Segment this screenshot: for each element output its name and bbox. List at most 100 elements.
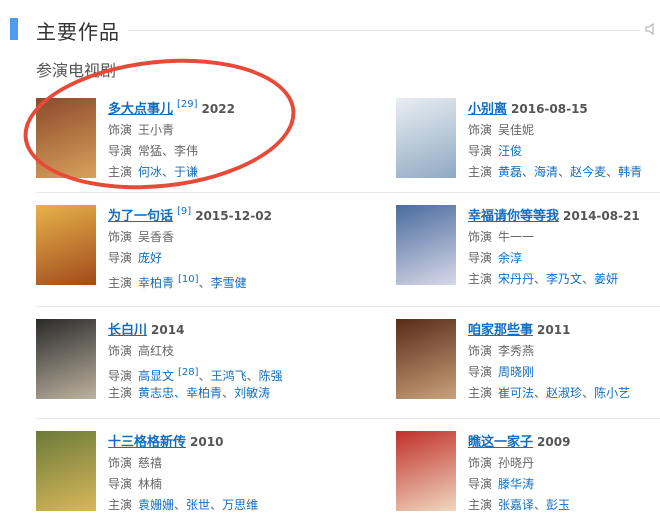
meta-label: 导演	[108, 477, 133, 491]
reference-link[interactable]: [29]	[177, 99, 198, 110]
reference-link[interactable]: [28]	[178, 367, 199, 378]
person-name: 高红枝	[138, 344, 175, 358]
person-link[interactable]: 陈小艺	[594, 386, 630, 400]
meta-label: 导演	[468, 365, 493, 379]
separator: 、	[198, 369, 211, 383]
separator: 、	[534, 498, 547, 512]
meta-label: 主演	[468, 498, 493, 512]
title-line: 小别离 2016-08-15	[468, 98, 660, 120]
works-grid: 多大点事儿 [29] 2022 饰演 王小青 导演 常猛、李伟 主演 何冰、于谦 小别离 2016…	[36, 86, 660, 516]
meta-label: 导演	[468, 251, 493, 265]
meta-label: 饰演	[468, 123, 493, 137]
work-title-link[interactable]: 小别离	[468, 102, 507, 117]
separator: 、	[534, 386, 547, 400]
work-title-link[interactable]: 多大点事儿	[108, 102, 173, 117]
person-link[interactable]: 袁姗姗	[138, 498, 174, 512]
work-date: 2014-08-21	[563, 209, 640, 223]
person-link[interactable]: 李雪健	[211, 276, 247, 290]
work-date: 2022	[201, 102, 235, 116]
work-title-link[interactable]: 为了一句话	[108, 209, 173, 224]
poster-image[interactable]	[396, 319, 456, 399]
separator: 、	[606, 165, 619, 179]
meta-label: 导演	[108, 144, 133, 158]
person-link[interactable]: 黄磊	[498, 165, 522, 179]
poster-image[interactable]	[396, 205, 456, 285]
person-link[interactable]: 周晓刚	[498, 365, 534, 379]
meta-line: 导演 庞好	[108, 248, 338, 269]
work-title-link[interactable]: 咱家那些事	[468, 323, 533, 338]
meta-label: 饰演	[468, 456, 493, 470]
works-row: 长白川 2014 饰演 高红枝 导演 高显文 [28]、王鸿飞、陈强 主演 黄志忠、幸柏青、刘敏…	[36, 307, 660, 419]
person-link[interactable]: 韩青	[618, 165, 642, 179]
work-title-link[interactable]: 长白川	[108, 323, 147, 338]
person-link[interactable]: 陈强	[259, 369, 283, 383]
person-link[interactable]: 幸柏青	[186, 386, 222, 400]
title-line: 十三格格新传 2010	[108, 431, 338, 453]
meta-line: 主演 黄志忠、幸柏青、刘敏涛	[108, 383, 338, 404]
person-link[interactable]: 姜妍	[594, 272, 618, 286]
work-title-link[interactable]: 幸福请你等等我	[468, 209, 559, 224]
meta-line: 导演 常猛、李伟	[108, 141, 338, 162]
meta-line: 导演 滕华涛	[468, 474, 660, 495]
work-date: 2015-12-02	[195, 209, 272, 223]
person-link[interactable]: 黄志忠	[138, 386, 174, 400]
poster-image[interactable]	[36, 98, 96, 178]
person-link[interactable]: 幸柏青	[138, 276, 174, 290]
meta-label: 主演	[108, 498, 133, 512]
meta-label: 饰演	[468, 344, 493, 358]
section-divider	[128, 30, 640, 31]
works-row: 为了一句话 [9] 2015-12-02 饰演 吴香香 导演 庞好 主演 幸柏青 [10]、李雪健…	[36, 193, 660, 307]
meta-label: 主演	[468, 165, 493, 179]
poster-image[interactable]	[396, 431, 456, 511]
work-title-link[interactable]: 瞧这一家子	[468, 435, 533, 450]
reference-link[interactable]: [9]	[177, 206, 191, 217]
work-info: 十三格格新传 2010 饰演 慈禧 导演 林楠 主演 袁姗姗、张世、万思维	[108, 431, 338, 516]
person-link[interactable]: 滕华涛	[498, 477, 534, 491]
meta-line: 饰演 李秀燕	[468, 341, 660, 362]
person-link[interactable]: 高显文	[138, 369, 174, 383]
person-link[interactable]: 赵今麦	[570, 165, 606, 179]
work-item: 长白川 2014 饰演 高红枝 导演 高显文 [28]、王鸿飞、陈强 主演 黄志忠、幸柏青、刘敏…	[36, 319, 336, 403]
meta-line: 导演 周晓刚	[468, 362, 660, 383]
work-info: 瞧这一家子 2009 饰演 孙晓丹 导演 滕华涛 主演 张嘉译、彭玉	[468, 431, 660, 516]
poster-image[interactable]	[396, 98, 456, 178]
meta-line: 主演 何冰、于谦	[108, 162, 338, 183]
poster-image[interactable]	[36, 205, 96, 285]
person-link[interactable]: 何冰	[138, 165, 162, 179]
meta-label: 饰演	[108, 230, 133, 244]
person-link[interactable]: 彭玉	[546, 498, 570, 512]
work-item: 为了一句话 [9] 2015-12-02 饰演 吴香香 导演 庞好 主演 幸柏青 [10]、李雪健	[36, 205, 338, 290]
title-line: 长白川 2014	[108, 319, 338, 341]
person-link[interactable]: 汪俊	[498, 144, 522, 158]
person-link[interactable]: 余淳	[498, 251, 522, 265]
person-link[interactable]: 庞好	[138, 251, 162, 265]
person-link[interactable]: 于谦	[174, 165, 198, 179]
person-link[interactable]: 宋丹丹	[498, 272, 534, 286]
separator: 、	[222, 386, 235, 400]
poster-image[interactable]	[36, 431, 96, 511]
person-link[interactable]: 赵淑珍	[546, 386, 582, 400]
person-link[interactable]: 王鸿飞	[211, 369, 247, 383]
work-item: 幸福请你等等我 2014-08-21 饰演 牛一一 导演 余淳 主演 宋丹丹、李乃文、姜妍	[396, 205, 660, 289]
work-title-link[interactable]: 十三格格新传	[108, 435, 186, 450]
person-name: 吴佳妮	[498, 123, 535, 137]
meta-line: 主演 幸柏青 [10]、李雪健	[108, 269, 338, 290]
person-link[interactable]: 刘敏涛	[234, 386, 270, 400]
person-link[interactable]: 张世	[186, 498, 210, 512]
work-date: 2009	[537, 435, 571, 449]
reference-link[interactable]: [10]	[178, 274, 199, 285]
person-link[interactable]: 李乃文	[546, 272, 582, 286]
meta-line: 饰演 牛一一	[468, 227, 660, 248]
person-link[interactable]: 海清	[534, 165, 558, 179]
meta-line: 导演 林楠	[108, 474, 338, 495]
meta-line: 主演 张嘉译、彭玉	[468, 495, 660, 516]
person-link[interactable]: 万思维	[222, 498, 258, 512]
poster-image[interactable]	[36, 319, 96, 399]
person-link[interactable]: 张嘉译	[498, 498, 534, 512]
work-info: 咱家那些事 2011 饰演 李秀燕 导演 周晓刚 主演 崔可法、赵淑珍、陈小艺	[468, 319, 660, 404]
work-info: 小别离 2016-08-15 饰演 吴佳妮 导演 汪俊 主演 黄磊、海清、赵今麦、韩青	[468, 98, 660, 183]
title-line: 为了一句话 [9] 2015-12-02	[108, 205, 338, 227]
title-line: 瞧这一家子 2009	[468, 431, 660, 453]
person-link[interactable]: 崔可法	[498, 386, 534, 400]
speaker-icon[interactable]	[645, 22, 657, 36]
